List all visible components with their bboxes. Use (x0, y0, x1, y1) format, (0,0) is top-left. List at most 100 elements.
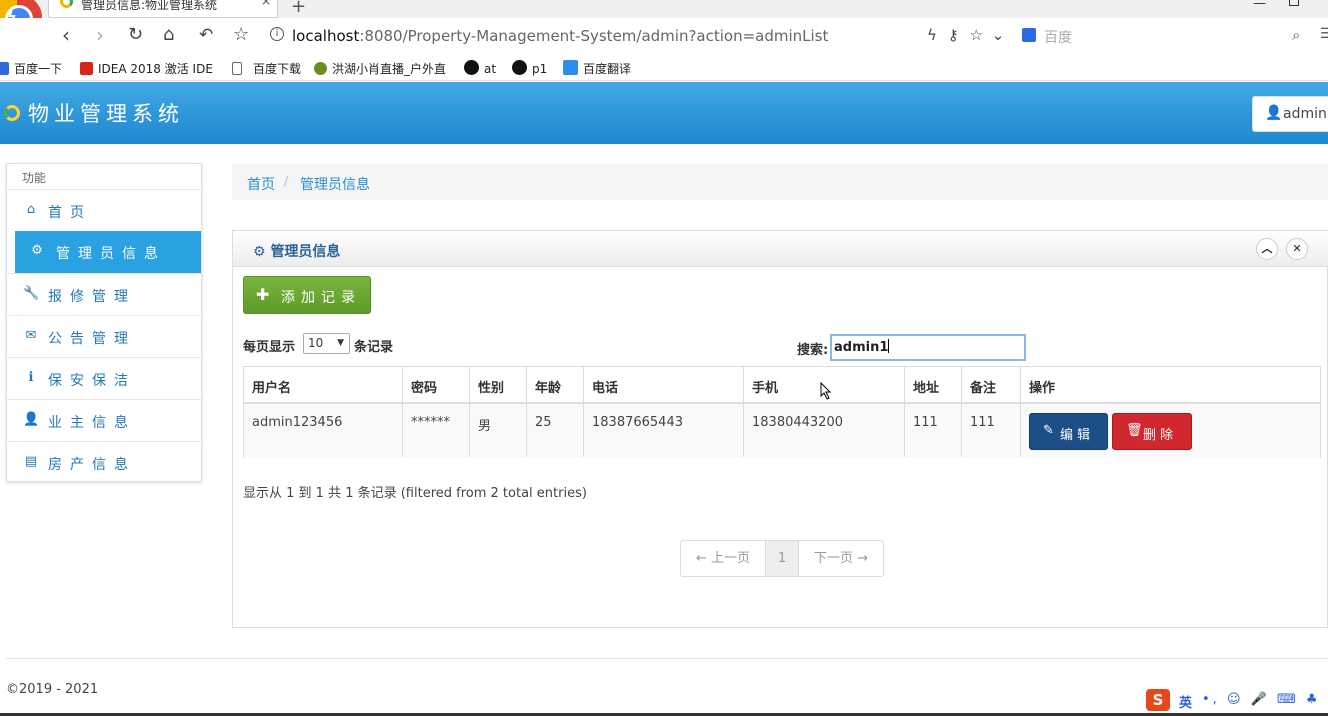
pagination-next[interactable]: 下一页 → (799, 541, 883, 576)
edit-button[interactable]: ✎ 编辑 (1029, 413, 1108, 450)
column-header-phone[interactable]: 电话 (592, 377, 618, 396)
punctuation-icon[interactable]: •, (1202, 692, 1220, 707)
baidu-paw-icon (1022, 28, 1036, 42)
address-bar[interactable]: localhost:8080/Property-Management-Syste… (292, 27, 828, 45)
skin-icon[interactable]: ♣ (1306, 692, 1321, 707)
bookmark-label: at (484, 62, 497, 76)
undo-icon[interactable]: ↶ (199, 24, 213, 46)
forward-icon[interactable]: › (96, 24, 104, 46)
app-title: 物业管理系统 (28, 102, 184, 126)
collapse-icon[interactable]: ︿ (1256, 238, 1278, 260)
delete-button[interactable]: 🗑 删除 (1112, 413, 1192, 450)
panel-title-text: 管理员信息 (270, 244, 341, 260)
tab-close-icon[interactable]: × (261, 0, 271, 8)
search-input[interactable]: admin1 (830, 334, 1026, 361)
sidebar-item-label: 业主信息 (48, 415, 136, 431)
user-icon: 👤 (23, 412, 40, 427)
menu-icon[interactable]: ☰ (1320, 26, 1328, 42)
sidebar-item-label: 公告管理 (48, 331, 136, 347)
column-header-mobile[interactable]: 手机 (752, 377, 778, 396)
cell-gender: 男 (478, 419, 492, 434)
ime-language[interactable]: 英 (1179, 692, 1192, 711)
add-record-button[interactable]: ✚ 添加记录 (243, 276, 371, 314)
column-header-username[interactable]: 用户名 (252, 377, 291, 396)
sidebar-item-home[interactable]: ⌂ 首页 (7, 189, 201, 231)
cell-password: ****** (411, 415, 450, 430)
sidebar-item-property[interactable]: ▤ 房产信息 (7, 441, 201, 483)
sidebar-item-admin[interactable]: ⚙ 管理员信息 (15, 231, 201, 273)
bookmark-baidu[interactable]: 百度一下 (0, 60, 62, 77)
pagination-page-1[interactable]: 1 (766, 541, 799, 576)
column-header-gender[interactable]: 性别 (478, 377, 504, 396)
bookmark-label: IDEA 2018 激活 IDE (98, 62, 213, 76)
bird-icon (314, 62, 327, 75)
sidebar-heading: 功能 (22, 171, 47, 185)
column-header-address[interactable]: 地址 (913, 377, 939, 396)
page-length-label: 每页显示 (243, 340, 296, 355)
user-menu-button[interactable]: 👤 admin ▾ (1252, 96, 1328, 132)
cell-phone: 18387665443 (592, 415, 683, 430)
trash-icon: 🗑 (1126, 423, 1143, 438)
column-divider (904, 367, 905, 457)
page-icon (232, 62, 242, 75)
column-header-password[interactable]: 密码 (411, 377, 437, 396)
url-path: :8080/Property-Management-System/admin?a… (359, 27, 829, 45)
page-length-select[interactable]: 10 ▼ (303, 333, 350, 354)
sidebar-item-owner[interactable]: 👤 业主信息 (7, 399, 201, 441)
favorite-star-icon[interactable]: ☆ (969, 26, 982, 44)
maximize-icon[interactable] (1289, 0, 1299, 6)
browser-tab[interactable]: 管理员信息:物业管理系统 × (48, 0, 278, 18)
gear-icon: ⚙ (31, 243, 43, 258)
delete-label: 删除 (1143, 428, 1178, 443)
add-record-label: 添加记录 (281, 290, 361, 306)
address-actions: ϟ ⚷ ☆ ⌄ (927, 26, 1004, 44)
back-icon[interactable]: ‹ (62, 24, 70, 46)
cell-mobile: 18380443200 (752, 415, 843, 430)
bookmark-star-icon[interactable]: ☆ (233, 24, 249, 46)
breadcrumb-home-link[interactable]: 首页 (247, 174, 275, 194)
tab-title: 管理员信息:物业管理系统 (81, 0, 218, 12)
bookmark-live[interactable]: 洪湖小肖直播_户外直 (314, 60, 446, 77)
sidebar-item-repair[interactable]: 🔧 报修管理 (7, 273, 201, 315)
sidebar-item-security[interactable]: ℹ 保安保洁 (7, 357, 201, 399)
logo-icon (4, 105, 20, 121)
bookmark-label: 百度一下 (14, 62, 63, 76)
bookmark-translate[interactable]: 百度翻译 (563, 60, 631, 77)
emoji-icon[interactable]: ☺ (1227, 692, 1244, 707)
edit-icon: ✎ (1043, 423, 1054, 438)
tab-strip: 管理员信息:物业管理系统 × + — (0, 0, 1328, 18)
microphone-icon[interactable]: 🎤 (1251, 692, 1270, 707)
keyboard-icon[interactable]: ⌨ (1277, 692, 1299, 707)
breadcrumb-current[interactable]: 管理员信息 (300, 174, 370, 194)
mouse-cursor-icon (820, 382, 832, 400)
column-divider (1020, 367, 1021, 457)
idea-icon (80, 62, 93, 75)
sidebar-item-label: 报修管理 (48, 289, 136, 305)
bookmark-download[interactable]: 百度下载 (232, 60, 301, 77)
bookmark-idea[interactable]: IDEA 2018 激活 IDE (80, 60, 213, 77)
home-nav-icon[interactable]: ⌂ (163, 24, 174, 46)
pagination-prev[interactable]: ← 上一页 (681, 541, 766, 576)
reload-icon[interactable]: ↻ (128, 24, 143, 46)
column-header-age[interactable]: 年龄 (535, 377, 561, 396)
site-info-icon[interactable]: i (270, 27, 284, 41)
column-divider (583, 367, 584, 457)
column-header-remark[interactable]: 备注 (970, 377, 996, 396)
bookmark-p1[interactable]: p1 (512, 60, 547, 76)
sidebar-item-label: 房产信息 (48, 457, 136, 473)
flash-icon[interactable]: ϟ (927, 26, 937, 44)
sogou-icon[interactable]: S (1146, 689, 1170, 711)
home-icon: ⌂ (26, 202, 36, 217)
new-tab-button[interactable]: + (291, 0, 306, 17)
bookmark-at[interactable]: at (464, 60, 496, 76)
key-icon[interactable]: ⚷ (948, 26, 959, 44)
sidebar-item-notice[interactable]: ✉ 公告管理 (7, 315, 201, 357)
column-header-actions: 操作 (1029, 381, 1056, 396)
minimize-icon[interactable]: — (1253, 0, 1266, 11)
envelope-icon: ✉ (25, 328, 37, 343)
pagination: ← 上一页 1 下一页 → (680, 540, 884, 577)
dropdown-chevron-icon[interactable]: ⌄ (992, 26, 1005, 44)
browser-search-input[interactable]: 百度 (1044, 27, 1072, 47)
close-icon[interactable]: ✕ (1286, 238, 1308, 260)
search-icon[interactable]: ⌕ (1292, 26, 1300, 44)
